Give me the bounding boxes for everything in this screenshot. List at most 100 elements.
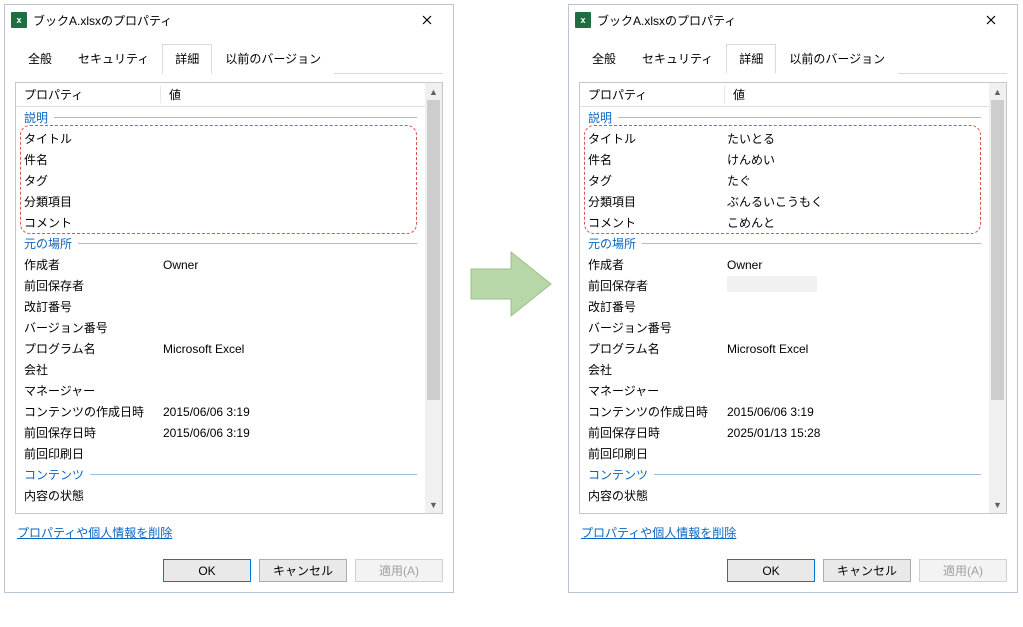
tab[interactable]: 以前のバージョン	[212, 44, 334, 74]
close-button[interactable]	[407, 6, 447, 34]
property-name: コンテンツの作成日時	[580, 403, 725, 420]
property-name: 会社	[580, 361, 725, 378]
property-row[interactable]: 件名けんめい	[580, 149, 989, 170]
close-icon	[986, 15, 996, 25]
property-value[interactable]: 2015/06/06 3:19	[725, 405, 989, 419]
property-name: プログラム名	[580, 340, 725, 357]
property-row[interactable]: 分類項目	[16, 191, 425, 212]
scroll-thumb[interactable]	[991, 100, 1004, 400]
property-row[interactable]: 会社	[16, 359, 425, 380]
property-value[interactable]: Microsoft Excel	[161, 342, 425, 356]
redacted-value	[727, 276, 817, 292]
close-button[interactable]	[971, 6, 1011, 34]
property-value[interactable]: Owner	[725, 258, 989, 272]
property-row[interactable]: コンテンツの作成日時2015/06/06 3:19	[580, 401, 989, 422]
property-list: プロパティ値説明タイトルたいとる件名けんめいタグたぐ分類項目ぶんるいこうもくコメ…	[579, 82, 1007, 514]
property-row[interactable]: 前回印刷日	[580, 443, 989, 464]
property-name: バージョン番号	[16, 319, 161, 336]
scroll-up-button[interactable]: ▲	[425, 83, 442, 100]
property-value[interactable]: こめんと	[725, 214, 989, 231]
property-row[interactable]: 前回保存者	[16, 275, 425, 296]
property-name: 改訂番号	[16, 298, 161, 315]
property-value[interactable]: ぶんるいこうもく	[725, 193, 989, 210]
group-label: 元の場所	[16, 233, 425, 254]
property-name: タグ	[580, 172, 725, 189]
property-row[interactable]: 件名	[16, 149, 425, 170]
column-header-value[interactable]: 値	[161, 86, 425, 103]
property-row[interactable]: 内容の状態	[580, 485, 989, 506]
property-row[interactable]: 前回保存日時2015/06/06 3:19	[16, 422, 425, 443]
property-row[interactable]: 作成者Owner	[580, 254, 989, 275]
tab[interactable]: 詳細	[726, 44, 776, 74]
property-row[interactable]: バージョン番号	[16, 317, 425, 338]
group-label: 元の場所	[580, 233, 989, 254]
property-row[interactable]: コメントこめんと	[580, 212, 989, 233]
property-name: 前回保存者	[16, 277, 161, 294]
property-value[interactable]: Microsoft Excel	[725, 342, 989, 356]
property-name: プログラム名	[16, 340, 161, 357]
property-row[interactable]: 改訂番号	[16, 296, 425, 317]
property-row[interactable]: タイトルたいとる	[580, 128, 989, 149]
remove-properties-link[interactable]: プロパティや個人情報を削除	[17, 526, 172, 540]
scroll-track[interactable]	[989, 100, 1006, 496]
ok-button[interactable]: OK	[727, 559, 815, 582]
property-value[interactable]: Owner	[161, 258, 425, 272]
scroll-track[interactable]	[425, 100, 442, 496]
property-row[interactable]: タグたぐ	[580, 170, 989, 191]
column-header-property[interactable]: プロパティ	[580, 86, 725, 103]
property-row[interactable]: 前回印刷日	[16, 443, 425, 464]
scroll-thumb[interactable]	[427, 100, 440, 400]
tab[interactable]: 全般	[579, 44, 629, 74]
property-row[interactable]: 分類項目ぶんるいこうもく	[580, 191, 989, 212]
tab[interactable]: 全般	[15, 44, 65, 74]
property-value[interactable]: たぐ	[725, 172, 989, 189]
scroll-down-button[interactable]: ▼	[425, 496, 442, 513]
property-value[interactable]: 2025/01/13 15:28	[725, 426, 989, 440]
tab[interactable]: セキュリティ	[629, 44, 726, 74]
property-value[interactable]	[725, 276, 989, 295]
column-header-property[interactable]: プロパティ	[16, 86, 161, 103]
property-name: 前回保存日時	[580, 424, 725, 441]
property-row[interactable]: 前回保存日時2025/01/13 15:28	[580, 422, 989, 443]
scroll-down-button[interactable]: ▼	[989, 496, 1006, 513]
property-value[interactable]: たいとる	[725, 130, 989, 147]
property-row[interactable]: マネージャー	[580, 380, 989, 401]
property-row[interactable]: 作成者Owner	[16, 254, 425, 275]
remove-properties-link[interactable]: プロパティや個人情報を削除	[581, 526, 736, 540]
ok-button[interactable]: OK	[163, 559, 251, 582]
property-row[interactable]: バージョン番号	[580, 317, 989, 338]
cancel-button[interactable]: キャンセル	[823, 559, 911, 582]
close-icon	[422, 15, 432, 25]
property-row[interactable]: コンテンツの作成日時2015/06/06 3:19	[16, 401, 425, 422]
titlebar: xブックA.xlsxのプロパティ	[5, 5, 453, 35]
property-value[interactable]: 2015/06/06 3:19	[161, 405, 425, 419]
property-row[interactable]: プログラム名Microsoft Excel	[16, 338, 425, 359]
property-row[interactable]: タグ	[16, 170, 425, 191]
property-row[interactable]: マネージャー	[16, 380, 425, 401]
property-row[interactable]: 改訂番号	[580, 296, 989, 317]
property-name: 内容の状態	[580, 487, 725, 504]
tab[interactable]: セキュリティ	[65, 44, 162, 74]
excel-icon: x	[575, 12, 591, 28]
column-header-value[interactable]: 値	[725, 86, 989, 103]
property-value[interactable]: けんめい	[725, 151, 989, 168]
link-row: プロパティや個人情報を削除	[15, 524, 443, 541]
property-row[interactable]: プログラム名Microsoft Excel	[580, 338, 989, 359]
window-title: ブックA.xlsxのプロパティ	[597, 12, 971, 29]
scrollbar[interactable]: ▲▼	[425, 83, 442, 513]
cancel-button[interactable]: キャンセル	[259, 559, 347, 582]
column-headers: プロパティ値	[16, 83, 425, 107]
property-row[interactable]: 内容の状態	[16, 485, 425, 506]
tab[interactable]: 詳細	[162, 44, 212, 74]
tab[interactable]: 以前のバージョン	[776, 44, 898, 74]
titlebar: x ブックA.xlsxのプロパティ	[569, 5, 1017, 35]
property-row[interactable]: タイトル	[16, 128, 425, 149]
property-row[interactable]: 前回保存者	[580, 275, 989, 296]
property-row[interactable]: 会社	[580, 359, 989, 380]
scroll-up-button[interactable]: ▲	[989, 83, 1006, 100]
property-name: 改訂番号	[580, 298, 725, 315]
property-value[interactable]: 2015/06/06 3:19	[161, 426, 425, 440]
property-row[interactable]: コメント	[16, 212, 425, 233]
scrollbar[interactable]: ▲▼	[989, 83, 1006, 513]
property-name: 前回保存日時	[16, 424, 161, 441]
